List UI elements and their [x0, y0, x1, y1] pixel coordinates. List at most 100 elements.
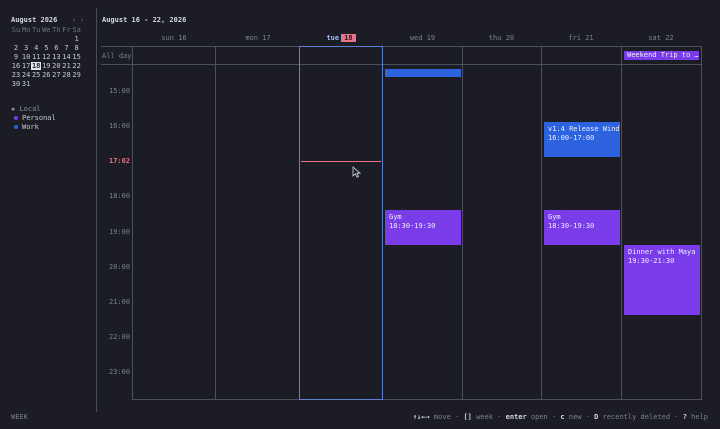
mini-calendar-day[interactable]: 25 — [31, 71, 41, 79]
event-title: Weekend Trip to … — [627, 51, 699, 59]
event-title: Dinner with Maya — [628, 248, 696, 256]
mini-calendar-day[interactable]: 23 — [11, 71, 21, 79]
column-line — [215, 46, 216, 400]
mini-calendar-day[interactable]: 10 — [21, 53, 31, 61]
help-label: help — [691, 413, 708, 421]
day-header-sat[interactable]: sat 22 — [621, 34, 701, 42]
day-header-thu[interactable]: thu 20 — [462, 34, 541, 42]
mini-calendar-day[interactable]: 22 — [72, 62, 82, 70]
calendar-item-personal[interactable]: Personal — [14, 114, 56, 122]
weekday-header: Su — [11, 26, 21, 34]
mini-calendar-day[interactable]: 11 — [31, 53, 41, 61]
today-column-border — [299, 46, 300, 400]
hour-label: 18:00 — [109, 192, 131, 200]
mini-calendar-day[interactable]: 4 — [31, 44, 41, 52]
calendar-item-work[interactable]: Work — [14, 123, 39, 131]
hour-label: 19:00 — [109, 228, 131, 236]
today-column-top — [299, 46, 383, 47]
mini-calendar-day[interactable]: 15 — [72, 53, 82, 61]
help-key: enter — [505, 413, 527, 421]
help-key: ↑↓←→ — [412, 413, 430, 421]
help-key: D — [594, 413, 599, 421]
mini-calendar-day[interactable]: 31 — [21, 80, 31, 88]
help-key: c — [560, 413, 565, 421]
weekday-header: We — [42, 26, 51, 34]
mini-calendar-day[interactable]: 5 — [41, 44, 51, 52]
weekday-header: Th — [52, 26, 61, 34]
event-weekend-trip[interactable]: Weekend Trip to … — [624, 51, 699, 60]
mini-calendar-day[interactable]: 8 — [72, 44, 82, 52]
event-title: Gym — [548, 213, 561, 221]
help-label: new — [568, 413, 582, 421]
mini-calendar-day[interactable]: 30 — [11, 80, 21, 88]
event-wed-bar[interactable] — [385, 69, 461, 77]
mini-calendar-day[interactable]: 7 — [62, 44, 72, 52]
day-header-wed[interactable]: wed 19 — [383, 34, 462, 42]
mini-calendar-day[interactable]: 12 — [41, 53, 51, 61]
help-key: ? — [682, 413, 687, 421]
mini-calendar-day[interactable]: 14 — [62, 53, 72, 61]
day-header-label: tue — [326, 34, 340, 42]
mini-calendar-day[interactable]: 1 — [72, 35, 82, 43]
event-title: v1.4 Release Window — [548, 125, 620, 133]
help-label: week — [476, 413, 493, 421]
event-gym-fri[interactable]: Gym 18:30-19:30 — [544, 210, 620, 245]
day-header-fri[interactable]: fri 21 — [541, 34, 621, 42]
weekday-header: Tu — [31, 26, 41, 34]
mini-calendar-title: August 2026 — [11, 16, 58, 24]
day-header-sun[interactable]: sun 16 — [132, 34, 216, 42]
mini-calendar-day[interactable]: 27 — [51, 71, 61, 79]
keybinding-help-bar: ↑↓←→ move · [] week · enter open · c new… — [412, 413, 708, 421]
help-label: open — [530, 413, 548, 421]
hour-label: 22:00 — [109, 333, 131, 341]
mini-calendar-day[interactable]: 26 — [41, 71, 51, 79]
day-header-mon[interactable]: mon 17 — [216, 34, 300, 42]
today-badge: 18 — [341, 34, 356, 42]
event-time: 18:30-19:30 — [389, 222, 436, 230]
mini-calendar-day-selected[interactable]: 18 — [31, 61, 42, 70]
mini-calendar-day[interactable]: 3 — [21, 44, 31, 52]
personal-color-dot — [14, 116, 18, 120]
help-label: recently deleted — [602, 413, 671, 421]
calendar-source-label: Local — [19, 105, 41, 113]
mini-calendar-day[interactable]: 16 — [11, 62, 21, 70]
mini-calendar-day[interactable]: 24 — [21, 71, 31, 79]
mini-calendar-day[interactable]: 20 — [51, 62, 61, 70]
mini-calendar-day[interactable]: 17 — [21, 62, 31, 70]
grid-bottom — [132, 399, 701, 400]
weekday-header: Sa — [72, 26, 81, 34]
column-line — [621, 46, 622, 400]
current-time-line — [301, 161, 381, 162]
event-dinner-with-maya[interactable]: Dinner with Maya 19:30-21:30 — [624, 245, 700, 315]
allday-separator — [101, 64, 701, 65]
help-label: move — [433, 413, 451, 421]
hour-label: 20:00 — [109, 263, 131, 271]
hour-label: 21:00 — [109, 298, 131, 306]
help-key: [] — [463, 413, 472, 421]
header-separator — [101, 46, 701, 47]
mini-calendar-day[interactable]: 9 — [11, 53, 21, 61]
mini-calendar-day[interactable]: 29 — [72, 71, 82, 79]
mini-calendar-day[interactable]: 21 — [62, 62, 72, 70]
mini-calendar-day[interactable]: 13 — [51, 53, 61, 61]
mini-calendar-day[interactable]: 2 — [11, 44, 21, 52]
today-column-border — [382, 46, 383, 400]
event-time: 16:00-17:00 — [548, 134, 595, 142]
mini-calendar-day[interactable]: 19 — [41, 62, 51, 70]
collapse-icon[interactable]: ▪ — [11, 105, 15, 113]
event-release-window[interactable]: v1.4 Release Window 16:00-17:00 — [544, 122, 620, 157]
calendar-item-label: Work — [22, 123, 39, 131]
sidebar-divider — [96, 8, 97, 412]
mini-calendar-day[interactable]: 28 — [62, 71, 72, 79]
column-line — [541, 46, 542, 400]
prev-month-icon[interactable]: ‹ — [72, 16, 76, 24]
column-line — [132, 46, 133, 400]
current-time-label: 17:02 — [109, 157, 131, 165]
event-time: 19:30-21:30 — [628, 257, 675, 265]
column-line — [701, 46, 702, 400]
mini-calendar-day[interactable]: 6 — [51, 44, 61, 52]
day-header-tue[interactable]: tue 18 — [299, 34, 383, 42]
event-gym-wed[interactable]: Gym 18:30-19:30 — [385, 210, 461, 245]
mouse-pointer-icon — [352, 166, 361, 178]
next-month-icon[interactable]: › — [80, 16, 84, 24]
